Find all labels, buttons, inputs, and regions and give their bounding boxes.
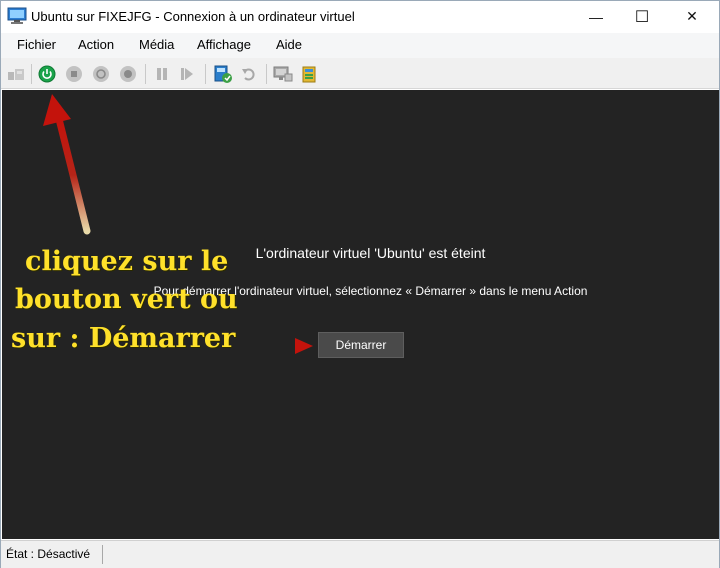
- vm-connection-window: Ubuntu sur FIXEJFG - Connexion à un ordi…: [0, 0, 720, 568]
- status-bar: État : Désactivé: [1, 540, 719, 568]
- arrow-to-start-icon: [43, 94, 91, 235]
- annotation-arrows: [43, 94, 313, 354]
- status-divider: [102, 545, 103, 564]
- vm-status-text: État : Désactivé: [6, 547, 91, 561]
- arrow-to-demarrer-button: [248, 338, 313, 354]
